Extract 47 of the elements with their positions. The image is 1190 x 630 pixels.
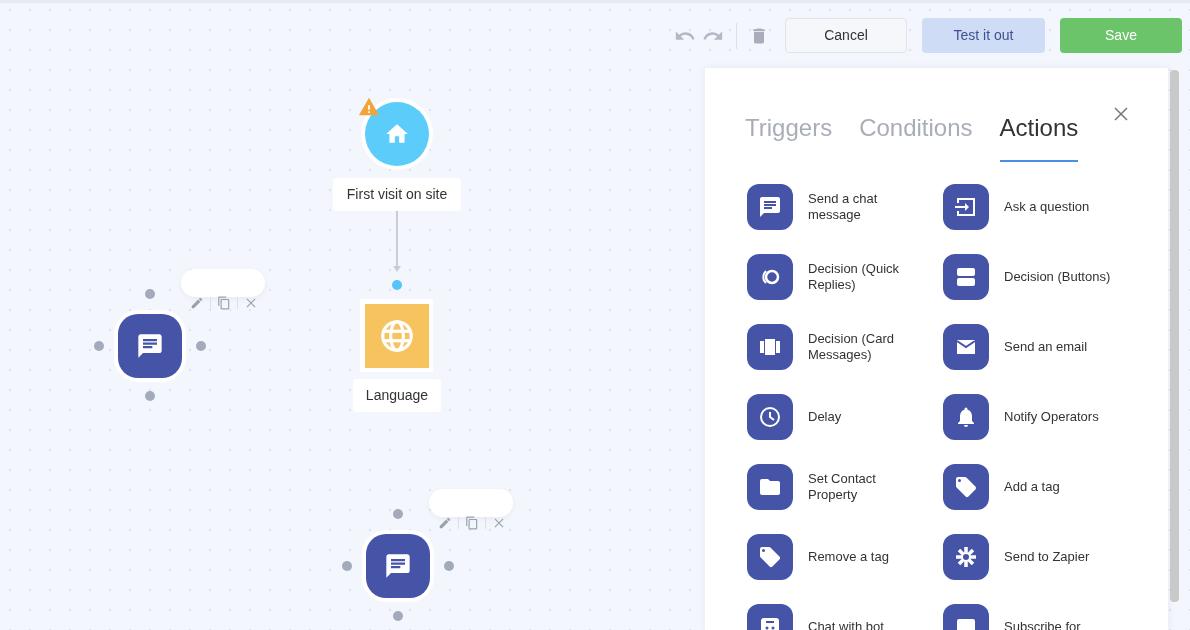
close-icon[interactable]	[492, 516, 506, 530]
message-node[interactable]	[362, 530, 434, 602]
copy-icon[interactable]	[217, 296, 231, 310]
node-label: Language	[353, 379, 441, 412]
panel-tab[interactable]: Actions	[999, 110, 1079, 162]
edit-icon[interactable]	[438, 516, 452, 530]
buttons-icon	[954, 265, 978, 289]
connector-arrow	[392, 211, 402, 273]
action-item[interactable]: Notify Operators	[943, 394, 1143, 440]
action-item[interactable]: Delay	[747, 394, 943, 440]
action-item[interactable]: Send a chat message	[747, 184, 943, 230]
tag-icon	[954, 475, 978, 499]
connection-handle[interactable]	[444, 561, 454, 571]
clock-icon	[758, 405, 782, 429]
test-button[interactable]: Test it out	[922, 18, 1045, 53]
action-item[interactable]: Decision (Card Messages)	[747, 324, 943, 370]
trigger-node[interactable]	[361, 98, 433, 170]
connection-handle[interactable]	[196, 341, 206, 351]
chat-icon	[758, 195, 782, 219]
connection-handle[interactable]	[393, 509, 403, 519]
action-item[interactable]: Send to Zapier	[943, 534, 1143, 580]
input-icon	[954, 195, 978, 219]
action-item[interactable]: Remove a tag	[747, 534, 943, 580]
connection-handle[interactable]	[94, 341, 104, 351]
edit-icon[interactable]	[190, 296, 204, 310]
copy-icon[interactable]	[465, 516, 479, 530]
tag-icon	[758, 545, 782, 569]
action-item[interactable]: Decision (Quick Replies)	[747, 254, 943, 300]
chat-icon	[136, 332, 164, 360]
cancel-button[interactable]: Cancel	[785, 18, 907, 53]
close-icon[interactable]	[244, 296, 258, 310]
action-item[interactable]: Ask a question	[943, 184, 1143, 230]
connection-handle[interactable]	[145, 289, 155, 299]
close-icon[interactable]	[1112, 105, 1130, 123]
action-item[interactable]: Send an email	[943, 324, 1143, 370]
action-item[interactable]: Decision (Buttons)	[943, 254, 1143, 300]
asterisk-icon	[954, 545, 978, 569]
connection-handle[interactable]	[342, 561, 352, 571]
message-node[interactable]	[114, 310, 186, 382]
scrollbar[interactable]	[1170, 70, 1179, 602]
chat-icon	[384, 552, 412, 580]
action-item[interactable]: Add a tag	[943, 464, 1143, 510]
language-node[interactable]	[360, 299, 433, 372]
action-item[interactable]: Set Contact Property	[747, 464, 943, 510]
node-label: First visit on site	[333, 178, 461, 211]
connection-handle[interactable]	[145, 391, 155, 401]
connection-handle[interactable]	[393, 611, 403, 621]
